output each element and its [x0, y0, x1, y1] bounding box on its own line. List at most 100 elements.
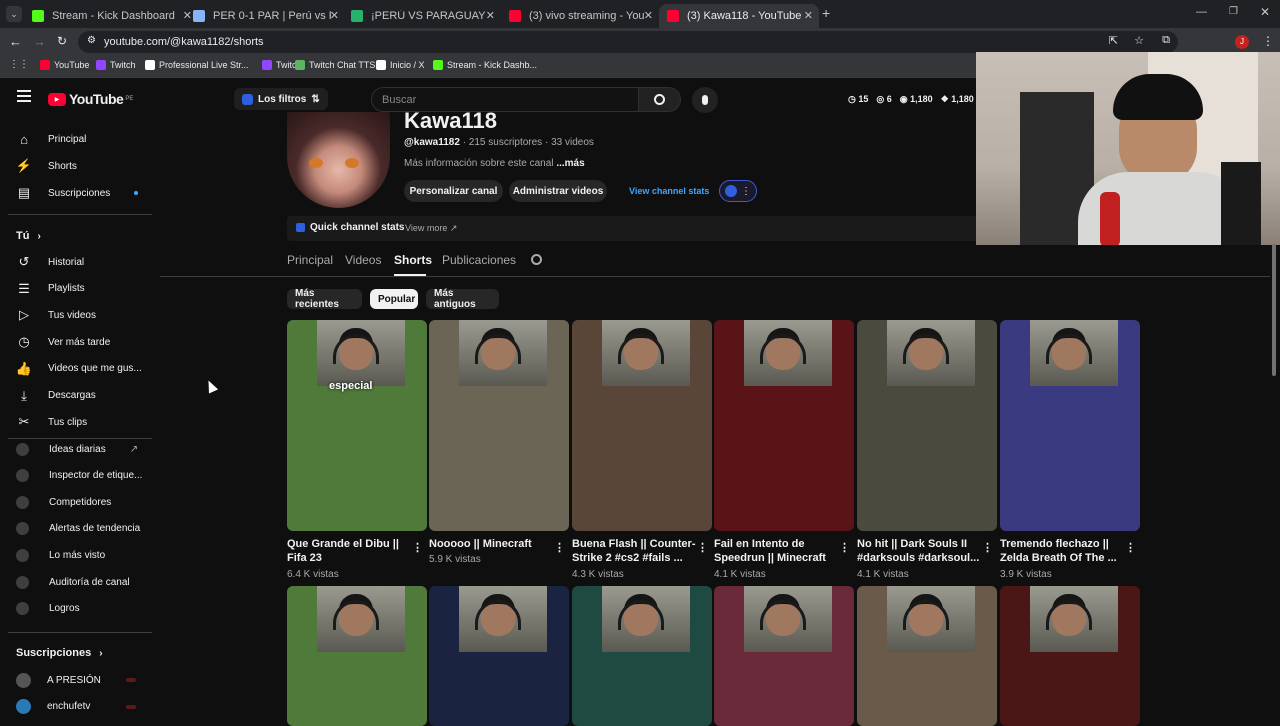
subscriptions-section-header[interactable]: Suscripciones ›	[16, 640, 156, 666]
sidebar-item[interactable]: ◷ Ver más tarde	[16, 329, 156, 355]
channel-more-info[interactable]: Más información sobre este canal ...más	[404, 158, 585, 169]
sidebar-extension-item[interactable]: Ideas diarias ↗	[16, 436, 156, 462]
bookmark-item[interactable]: Twitch	[96, 60, 136, 70]
filter-chip[interactable]: Más recientes	[287, 288, 362, 310]
sidebar-item-shorts[interactable]: ⚡ Shorts	[16, 153, 156, 179]
voice-search-button[interactable]	[692, 87, 718, 113]
short-thumbnail[interactable]	[1000, 586, 1140, 726]
profile-avatar[interactable]: J	[1235, 35, 1249, 49]
short-title[interactable]: Fail en Intento de Speedrun || Minecraft	[714, 537, 840, 565]
filter-chip[interactable]: Popular	[370, 289, 418, 309]
subscription-item[interactable]: enchufetv	[16, 694, 156, 720]
restore-button[interactable]: ❐	[1229, 6, 1238, 17]
bookmark-item[interactable]: Twitch Chat TTS	[295, 60, 375, 70]
bookmark-item[interactable]: Professional Live Str...	[145, 60, 249, 70]
minimize-button[interactable]: —	[1196, 6, 1207, 18]
channel-extension-button[interactable]: ⋮	[719, 180, 757, 202]
back-icon[interactable]: ←	[9, 34, 22, 49]
stat-value: 1,180	[951, 94, 974, 104]
browser-tab[interactable]: PER 0-1 PAR | Perú vs Paraguay✕	[185, 4, 345, 28]
mouse-cursor	[203, 378, 219, 394]
short-thumbnail[interactable]	[429, 586, 569, 726]
short-more-options-icon[interactable]: ⋮	[1125, 541, 1136, 554]
short-thumbnail[interactable]	[429, 320, 569, 531]
channel-tab-shorts[interactable]: Shorts	[394, 253, 432, 267]
hamburger-menu-icon[interactable]	[17, 90, 31, 102]
short-title[interactable]: Que Grande el Dibu || Fifa 23	[287, 537, 413, 565]
install-icon[interactable]: ⇱	[1109, 34, 1118, 47]
page-scrollbar[interactable]	[1272, 244, 1276, 376]
browser-tab[interactable]: ¡PERÚ VS PARAGUAY 2025 | La✕	[343, 4, 501, 28]
browser-menu-icon[interactable]: ⋮	[1262, 34, 1274, 48]
sidebar-extension-item[interactable]: Competidores	[16, 489, 156, 515]
short-more-options-icon[interactable]: ⋮	[412, 541, 423, 554]
youtube-logo[interactable]: ▶ YouTube PE	[48, 91, 133, 107]
reload-icon[interactable]: ↻	[57, 34, 67, 48]
short-thumbnail[interactable]	[714, 320, 854, 531]
short-thumbnail[interactable]	[857, 320, 997, 531]
channel-tab-videos[interactable]: Videos	[345, 253, 381, 267]
short-more-options-icon[interactable]: ⋮	[554, 541, 565, 554]
view-channel-stats-link[interactable]: View channel stats	[629, 186, 709, 196]
more-link[interactable]: ...más	[556, 158, 584, 169]
close-window-button[interactable]: ✕	[1260, 5, 1270, 19]
tab-close-icon[interactable]: ✕	[804, 9, 813, 22]
site-info-icon[interactable]: ⚙	[87, 35, 96, 46]
forward-icon[interactable]: →	[33, 34, 46, 49]
short-thumbnail[interactable]: especial	[287, 320, 427, 531]
sidebar-extension-item[interactable]: Auditoría de canal	[16, 569, 156, 595]
filters-button[interactable]: Los filtros ⇅	[234, 88, 328, 110]
bookmark-item[interactable]: Stream - Kick Dashb...	[433, 60, 537, 70]
manage-videos-button[interactable]: Administrar videos	[509, 180, 607, 202]
short-title[interactable]: No hit || Dark Souls II #darksouls #dark…	[857, 537, 983, 565]
sidebar-extension-item[interactable]: Alertas de tendencia	[16, 516, 156, 542]
sidebar-extension-item[interactable]: Inspector de etique...	[16, 463, 156, 489]
tab-close-icon[interactable]: ✕	[330, 9, 339, 22]
tab-close-icon[interactable]: ✕	[486, 9, 495, 22]
sidebar-extension-item[interactable]: Logros	[16, 596, 156, 622]
short-thumbnail[interactable]	[287, 586, 427, 726]
channel-search-icon[interactable]	[531, 254, 542, 265]
sidebar-item[interactable]: ↺ Historial	[16, 249, 156, 275]
bookmark-item[interactable]: Inicio / X	[376, 60, 425, 70]
sidebar-item[interactable]: ✂ Tus clips	[16, 409, 156, 435]
short-thumbnail[interactable]	[714, 586, 854, 726]
customize-channel-button[interactable]: Personalizar canal	[404, 180, 503, 202]
extensions-icon[interactable]: ⧉	[1162, 34, 1170, 47]
browser-tab[interactable]: (3) vivo streaming - YouTube✕	[501, 4, 659, 28]
short-more-options-icon[interactable]: ⋮	[697, 541, 708, 554]
channel-tab-publicaciones[interactable]: Publicaciones	[442, 253, 516, 267]
channel-tab-principal[interactable]: Principal	[287, 253, 333, 267]
channel-avatar[interactable]	[287, 112, 390, 208]
subscription-item[interactable]: A PRESIÓN	[16, 667, 156, 693]
view-more-link[interactable]: View more ↗	[405, 223, 457, 234]
short-thumbnail[interactable]	[857, 586, 997, 726]
you-section-header[interactable]: Tú ›	[16, 223, 156, 249]
sidebar-item-principal[interactable]: ⌂ Principal	[16, 126, 156, 152]
sidebar-extension-item[interactable]: Lo más visto	[16, 542, 156, 568]
short-title[interactable]: Buena Flash || Counter-Strike 2 #cs2 #fa…	[572, 537, 698, 565]
bookmark-star-icon[interactable]: ☆	[1134, 34, 1144, 47]
short-thumbnail[interactable]	[572, 320, 712, 531]
short-thumbnail[interactable]	[1000, 320, 1140, 531]
address-bar[interactable]: ⚙ youtube.com/@kawa1182/shorts ⇱ ☆ ⧉	[78, 31, 1178, 53]
short-more-options-icon[interactable]: ⋮	[839, 541, 850, 554]
apps-icon[interactable]: ⋮⋮	[9, 59, 29, 70]
sidebar-item[interactable]: ▷ Tus videos	[16, 302, 156, 328]
browser-tab[interactable]: (3) Kawa118 - YouTube ✕	[659, 4, 819, 28]
browser-tab[interactable]: Stream - Kick Dashboard ✕	[24, 4, 198, 28]
short-title[interactable]: Nooooo || Minecraft	[429, 537, 555, 551]
sidebar-item-suscripciones[interactable]: ▤ Suscripciones	[16, 180, 156, 206]
short-title[interactable]: Tremendo flechazo || Zelda Breath Of The…	[1000, 537, 1126, 565]
bookmark-item[interactable]: YouTube	[40, 60, 89, 70]
filter-chip[interactable]: Más antiguos	[426, 288, 499, 310]
short-more-options-icon[interactable]: ⋮	[982, 541, 993, 554]
short-thumbnail[interactable]	[572, 586, 712, 726]
sidebar-item[interactable]: ⤓ Descargas	[16, 383, 156, 409]
sidebar-item[interactable]: ☰ Playlists	[16, 276, 156, 302]
new-tab-button[interactable]: +	[822, 5, 830, 21]
tab-search-button[interactable]: ⌄	[6, 6, 22, 22]
tab-close-icon[interactable]: ✕	[644, 9, 653, 22]
search-button[interactable]	[639, 87, 681, 112]
sidebar-item[interactable]: 👍 Videos que me gus...	[16, 356, 156, 382]
